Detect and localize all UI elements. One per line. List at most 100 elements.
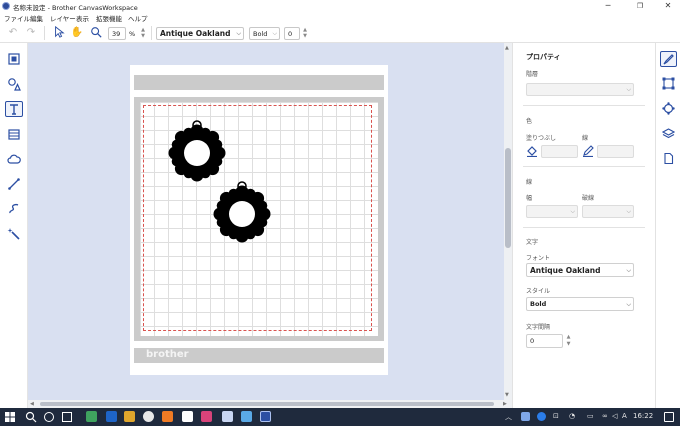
scroll-up-icon[interactable]: ▲ bbox=[505, 45, 509, 51]
menu-view[interactable]: 表示 bbox=[76, 13, 89, 23]
pattern-icon[interactable] bbox=[5, 126, 23, 142]
divider bbox=[523, 227, 645, 228]
transform-icon[interactable] bbox=[660, 75, 677, 91]
horizontal-scrollbar[interactable]: ◀ ▶ bbox=[28, 400, 512, 408]
tray-app-icon[interactable] bbox=[521, 412, 530, 421]
mat-bottom-band: brother bbox=[134, 348, 384, 363]
hand-pan-icon[interactable]: ✋ bbox=[70, 26, 84, 40]
undo-icon[interactable]: ↶ bbox=[6, 26, 20, 40]
wifi-icon[interactable]: ◔ bbox=[569, 412, 575, 420]
color-label: 色 bbox=[526, 118, 533, 125]
zoom-input[interactable]: 39 bbox=[108, 27, 126, 40]
taskbar-app-icon[interactable] bbox=[241, 411, 252, 422]
char-spacing-input[interactable]: 0 bbox=[526, 334, 563, 348]
toolbar-font-name: Antique Oakland bbox=[160, 29, 231, 38]
taskbar-app-icon[interactable] bbox=[106, 411, 117, 422]
menu-edit[interactable]: 編集 bbox=[30, 13, 43, 23]
text-tool-icon[interactable] bbox=[5, 101, 23, 117]
cortana-icon[interactable] bbox=[44, 412, 54, 422]
toolbar-style-name: Bold bbox=[253, 30, 268, 38]
clock[interactable]: 16:22 bbox=[633, 412, 653, 420]
minimize-button[interactable]: ─ bbox=[598, 1, 618, 11]
notification-icon[interactable] bbox=[664, 412, 674, 422]
line-tool-icon[interactable] bbox=[5, 176, 23, 192]
chrome-icon[interactable] bbox=[143, 411, 154, 422]
menu-file[interactable]: ファイル bbox=[4, 13, 30, 23]
battery-icon[interactable]: ▭ bbox=[587, 412, 594, 420]
app-icon bbox=[2, 2, 10, 10]
toolbar-style-select[interactable]: Bold ⌵ bbox=[249, 27, 280, 40]
scroll-right-icon[interactable]: ▶ bbox=[503, 401, 507, 407]
layers-icon[interactable] bbox=[660, 125, 677, 141]
close-button[interactable]: ✕ bbox=[658, 1, 678, 11]
canvas-area[interactable]: brother bbox=[28, 43, 504, 400]
file-explorer-icon[interactable] bbox=[124, 411, 135, 422]
freehand-pen-icon[interactable] bbox=[5, 201, 23, 217]
char-spacing-stepper[interactable]: ▲ ▼ bbox=[564, 334, 573, 348]
taskbar-app-icon[interactable] bbox=[162, 411, 173, 422]
ornament-shapes[interactable] bbox=[140, 102, 378, 336]
zoom-stepper[interactable]: ▲ ▼ bbox=[139, 27, 147, 40]
import-image-icon[interactable] bbox=[5, 51, 23, 67]
redo-icon[interactable]: ↷ bbox=[24, 26, 38, 40]
pen-stroke-icon[interactable] bbox=[582, 145, 594, 158]
properties-brush-icon[interactable] bbox=[660, 51, 677, 67]
align-icon[interactable] bbox=[660, 100, 677, 116]
mat-frame bbox=[134, 97, 384, 341]
bluetooth-icon[interactable] bbox=[537, 412, 546, 421]
properties-title: プロパティ bbox=[526, 53, 561, 61]
taskbar-app-icon[interactable] bbox=[222, 411, 233, 422]
select-arrow-icon[interactable] bbox=[52, 25, 66, 40]
font-select-value: Antique Oakland bbox=[530, 266, 601, 275]
horizontal-scroll-thumb[interactable] bbox=[40, 402, 494, 406]
tray-app-icon[interactable]: ⊡ bbox=[553, 412, 559, 420]
scroll-left-icon[interactable]: ◀ bbox=[30, 401, 34, 407]
ime-indicator[interactable]: A bbox=[622, 412, 627, 420]
maximize-button[interactable]: ❐ bbox=[630, 1, 650, 11]
zoom-unit: % bbox=[129, 30, 136, 38]
canvasworkspace-taskbar-icon[interactable] bbox=[260, 411, 271, 422]
menu-layer[interactable]: レイヤー bbox=[50, 13, 76, 23]
char-spacing-label: 文字間隔 bbox=[526, 324, 551, 331]
menu-help[interactable]: ヘルプ bbox=[128, 13, 148, 23]
toolbar-divider bbox=[151, 26, 152, 40]
tray-chevron-icon[interactable]: ︿ bbox=[505, 412, 512, 422]
taskbar-app-icon[interactable] bbox=[86, 411, 97, 422]
chevron-down-icon: ⌵ bbox=[626, 267, 631, 274]
volume-icon[interactable]: ◁ bbox=[612, 412, 617, 420]
taskbar-app-icon[interactable] bbox=[201, 411, 212, 422]
style-select[interactable]: Bold ⌵ bbox=[526, 297, 634, 311]
fill-color-swatch bbox=[541, 145, 578, 158]
font-size-stepper[interactable]: ▲ ▼ bbox=[301, 27, 309, 40]
fill-bucket-icon[interactable] bbox=[526, 145, 538, 158]
dash-label: 破線 bbox=[582, 195, 595, 202]
page-icon[interactable] bbox=[660, 150, 677, 166]
taskbar-app-icon[interactable] bbox=[182, 411, 193, 422]
font-select[interactable]: Antique Oakland ⌵ bbox=[526, 263, 634, 277]
menu-bar: ファイル 編集 レイヤー 表示 拡張機能 ヘルプ bbox=[0, 12, 680, 23]
windows-start-icon[interactable] bbox=[5, 412, 15, 422]
fill-label: 塗りつぶし bbox=[526, 135, 557, 142]
ornament-1[interactable] bbox=[167, 120, 227, 183]
cloud-icon[interactable] bbox=[5, 151, 23, 167]
menu-extensions[interactable]: 拡張機能 bbox=[96, 13, 122, 23]
chevron-down-icon: ⌵ bbox=[272, 30, 277, 37]
font-size-input[interactable]: 0 bbox=[284, 27, 300, 40]
vertical-scroll-thumb[interactable] bbox=[505, 148, 511, 248]
line-width-select: ⌵ bbox=[526, 205, 578, 218]
search-icon[interactable] bbox=[25, 411, 37, 423]
vertical-scrollbar[interactable]: ▲ ▼ bbox=[504, 43, 512, 400]
shapes-icon[interactable] bbox=[5, 76, 23, 92]
zoom-magnifier-icon[interactable] bbox=[89, 26, 103, 40]
group-select: ⌵ bbox=[526, 83, 634, 96]
toolbar: ↶ ↷ ✋ 39 % ▲ ▼ Antique Oakland ⌵ Bold ⌵ 0… bbox=[0, 23, 680, 43]
toolbar-font-select[interactable]: Antique Oakland ⌵ bbox=[156, 27, 244, 40]
magic-wand-icon[interactable] bbox=[5, 226, 23, 242]
cutting-mat: brother bbox=[130, 65, 388, 375]
title-bar: 名称未設定 - Brother CanvasWorkspace ─ ❐ ✕ bbox=[0, 0, 680, 12]
windows-taskbar: ︿ ⊡ ◔ ▭ ∞ ◁ A 16:22 bbox=[0, 408, 680, 426]
task-view-icon[interactable] bbox=[62, 412, 72, 422]
ornament-2[interactable] bbox=[212, 181, 272, 244]
link-icon[interactable]: ∞ bbox=[602, 412, 608, 420]
scroll-down-icon[interactable]: ▼ bbox=[505, 392, 509, 398]
